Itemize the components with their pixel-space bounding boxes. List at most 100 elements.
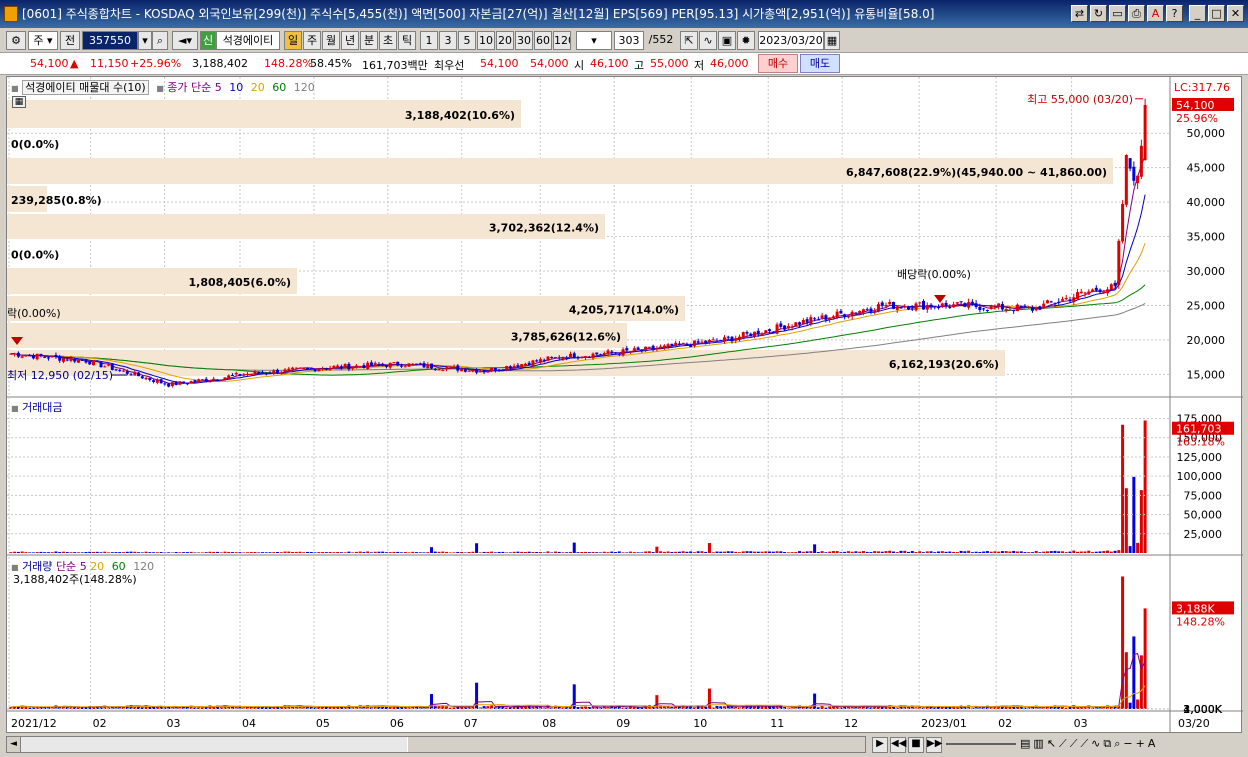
candle-body: [493, 367, 497, 371]
unit-select[interactable]: ▾: [576, 31, 612, 50]
font-size-icon[interactable]: A: [1148, 737, 1156, 751]
candle-body: [24, 355, 28, 357]
speaker-icon[interactable]: ◄▾: [172, 31, 198, 50]
maximize-button[interactable]: □: [1208, 5, 1225, 22]
minute-button-7[interactable]: 120: [553, 31, 571, 50]
amount-bar: [414, 552, 419, 553]
period-button-0[interactable]: 일: [284, 31, 302, 50]
amount-bar: [354, 551, 358, 553]
minute-button-6[interactable]: 60: [534, 31, 552, 50]
candle-body: [215, 379, 219, 381]
amount-bar: [734, 551, 738, 553]
refresh-icon[interactable]: ↻: [1090, 5, 1107, 22]
count-input[interactable]: 303: [614, 31, 644, 50]
period-button-3[interactable]: 년: [341, 31, 359, 50]
layout1-icon[interactable]: ▤: [1020, 737, 1030, 751]
line-tool-icon[interactable]: ⟋: [1059, 737, 1067, 751]
layout2-icon[interactable]: ▥: [1033, 737, 1043, 751]
zoom-out-icon[interactable]: −: [1123, 737, 1132, 751]
amount-bar: [426, 552, 430, 553]
date-input[interactable]: 2023/03/20: [758, 31, 824, 50]
horizontal-scrollbar[interactable]: ◄: [6, 736, 866, 753]
candle-body: [719, 340, 723, 342]
minute-button-4[interactable]: 20: [496, 31, 514, 50]
amount-bar: [1068, 551, 1072, 553]
type-select[interactable]: 주 ▾: [28, 31, 58, 50]
candle-body: [805, 319, 809, 323]
profile-title[interactable]: 석경에이티 매물대 수(10): [22, 80, 149, 95]
amount-bar: [437, 551, 441, 553]
forward-icon[interactable]: ▶▶: [926, 737, 942, 753]
amount-bar: [291, 552, 295, 553]
minute-button-2[interactable]: 5: [458, 31, 476, 50]
rewind-icon[interactable]: ◀◀: [890, 737, 906, 753]
play-icon[interactable]: ▶: [872, 737, 888, 753]
candle-body: [617, 353, 621, 355]
candle-body: [80, 359, 84, 361]
calendar-icon[interactable]: ▦: [824, 31, 840, 50]
amount-bar: [1023, 552, 1027, 553]
sell-button[interactable]: 매도: [800, 54, 840, 73]
prev-button[interactable]: 전: [60, 31, 80, 50]
save-icon[interactable]: ▣: [718, 31, 736, 50]
trend-tool-icon[interactable]: ⟋: [1070, 737, 1078, 751]
stop-icon[interactable]: ■: [908, 737, 924, 753]
chart-svg[interactable]: 50,000 45,000 40,000 35,000 30,000 25,000 20,0…: [7, 77, 1243, 734]
candle-body: [922, 300, 926, 310]
minute-button-0[interactable]: 1: [420, 31, 438, 50]
close-button[interactable]: ✕: [1227, 5, 1244, 22]
chart-area[interactable]: 50,000 45,000 40,000 35,000 30,000 25,000 20,0…: [6, 76, 1243, 734]
zoom-icon[interactable]: ⌕: [1114, 737, 1120, 751]
font-icon[interactable]: A: [1147, 5, 1164, 22]
stock-name[interactable]: 석경에이티: [216, 31, 280, 50]
minute-button-5[interactable]: 30: [515, 31, 533, 50]
amount-bar: [381, 551, 385, 553]
link-icon[interactable]: ⇄: [1071, 5, 1088, 22]
volume-bar: [1128, 702, 1132, 709]
candle-body: [414, 363, 419, 365]
settings-icon[interactable]: ✹: [737, 31, 755, 50]
candle-body: [200, 379, 204, 381]
fib-tool-icon[interactable]: ⟋: [1080, 737, 1088, 751]
period-button-2[interactable]: 월: [322, 31, 340, 50]
buy-button[interactable]: 매수: [758, 54, 798, 73]
x-tick-label: 07: [464, 717, 478, 730]
scroll-thumb[interactable]: [407, 737, 865, 752]
compare-icon[interactable]: ∿: [699, 31, 717, 50]
help-icon[interactable]: ?: [1166, 5, 1183, 22]
period-button-6[interactable]: 틱: [398, 31, 416, 50]
grid-toggle-icon[interactable]: ▦: [12, 96, 26, 108]
amount-bar: [242, 552, 246, 553]
period-button-4[interactable]: 분: [360, 31, 378, 50]
minute-button-1[interactable]: 3: [439, 31, 457, 50]
candle-body: [46, 357, 50, 359]
copy-icon[interactable]: ⧉: [1103, 737, 1111, 751]
chart-icon[interactable]: ⇱: [680, 31, 698, 50]
config-icon[interactable]: ⚙: [6, 31, 26, 50]
scroll-left-icon[interactable]: ◄: [7, 737, 21, 752]
wave-tool-icon[interactable]: ∿: [1091, 737, 1100, 751]
candle-body: [1064, 297, 1068, 300]
zoom-in-icon[interactable]: +: [1136, 737, 1145, 751]
minimize-button[interactable]: _: [1189, 5, 1206, 22]
minute-button-3[interactable]: 10: [477, 31, 495, 50]
candle-body: [722, 337, 726, 342]
candle-body: [967, 302, 971, 308]
amount-bar: [775, 551, 779, 553]
candle-body: [1124, 155, 1128, 205]
amount-bar: [835, 551, 839, 553]
amount-bar: [456, 551, 460, 553]
cursor-icon[interactable]: ↖: [1047, 737, 1056, 751]
period-button-5[interactable]: 초: [379, 31, 397, 50]
amount-bar: [722, 551, 726, 553]
print-icon[interactable]: ⎙: [1128, 5, 1145, 22]
candle-body: [159, 379, 163, 384]
code-input[interactable]: 357550: [82, 31, 138, 50]
layout-icon[interactable]: ▭: [1109, 5, 1126, 22]
candle-body: [520, 364, 524, 368]
speed-slider[interactable]: [946, 743, 1016, 745]
code-dropdown-icon[interactable]: ▾: [138, 31, 152, 50]
search-icon[interactable]: ⌕: [152, 31, 168, 50]
amount-bar: [148, 552, 152, 553]
period-button-1[interactable]: 주: [303, 31, 321, 50]
